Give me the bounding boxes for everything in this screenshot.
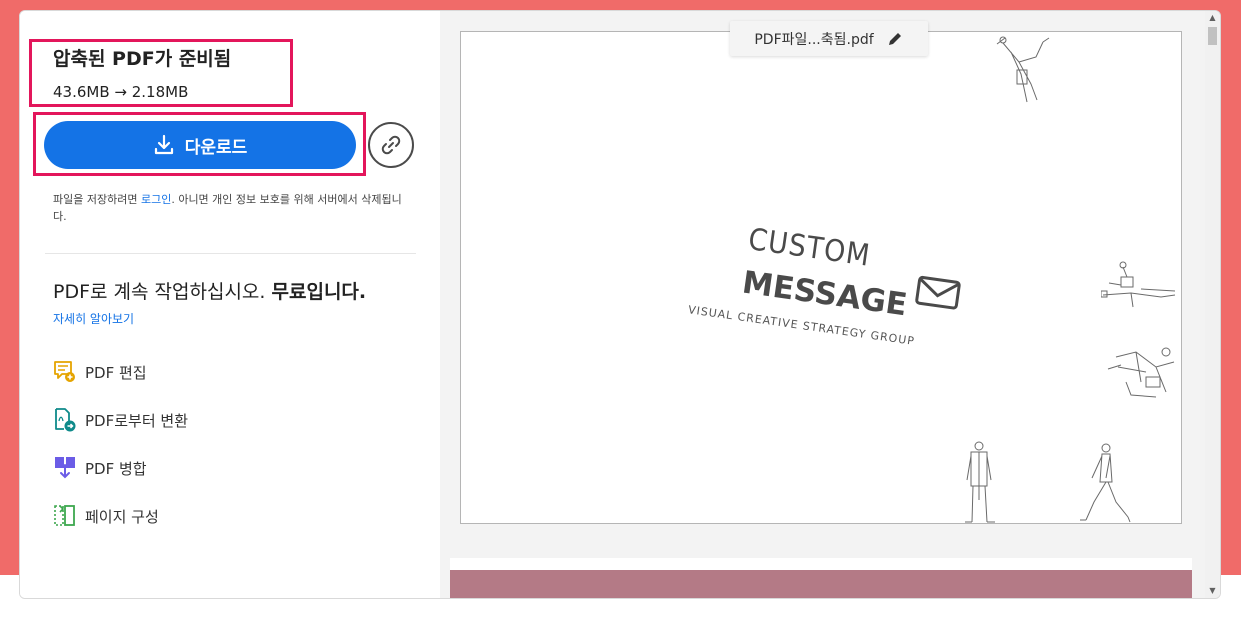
figure-sketch-icon: [1101, 261, 1176, 308]
custom-message-logo: CUSTOM MESSAGE VISUAL CREATIVE STRATEGY …: [687, 222, 966, 353]
envelope-icon: [914, 275, 961, 310]
download-label: 다운로드: [184, 137, 248, 158]
save-notice: 파일을 저장하려면 로그인. 아니면 개인 정보 보호를 위해 서버에서 삭제됩…: [53, 193, 402, 223]
scroll-up-arrow-icon[interactable]: ▲: [1205, 11, 1220, 25]
pdf-page-preview: CUSTOM MESSAGE VISUAL CREATIVE STRATEGY …: [460, 31, 1182, 524]
tool-organize-pages[interactable]: 페이지 구성: [53, 503, 159, 529]
figure-sketch-icon: [996, 36, 1050, 103]
share-link-button[interactable]: [368, 122, 414, 168]
app-window: 압축된 PDF가 준비됨 43.6MB → 2.18MB 다운로드 파일을 저장…: [19, 10, 1221, 599]
convert-pdf-icon: [55, 408, 76, 432]
login-link[interactable]: 로그인: [141, 193, 171, 206]
merge-pdf-icon: [55, 457, 75, 479]
link-icon: [381, 135, 401, 155]
pencil-icon[interactable]: [886, 30, 904, 48]
scrollbar-thumb[interactable]: [1208, 27, 1217, 45]
filename-pill[interactable]: PDF파일...축됨.pdf: [730, 21, 928, 56]
download-button[interactable]: 다운로드: [44, 121, 356, 169]
result-panel: 압축된 PDF가 준비됨 43.6MB → 2.18MB 다운로드 파일을 저장…: [20, 11, 440, 598]
preview-panel: CUSTOM MESSAGE VISUAL CREATIVE STRATEGY …: [440, 11, 1205, 598]
tool-merge-pdf[interactable]: PDF 병합: [53, 455, 147, 481]
scroll-down-arrow-icon[interactable]: ▼: [1205, 584, 1220, 598]
organize-pages-icon: [54, 505, 75, 526]
divider: [45, 253, 416, 254]
figure-sketch-icon: [1107, 347, 1175, 398]
figure-sketch-icon: [1080, 443, 1131, 523]
learn-more-link[interactable]: 자세히 알아보기: [53, 310, 134, 327]
tool-edit-pdf[interactable]: PDF 편집: [53, 359, 147, 385]
filename: PDF파일...축됨.pdf: [754, 31, 874, 48]
vertical-scrollbar[interactable]: ▲ ▼: [1205, 11, 1220, 598]
download-icon: [154, 134, 173, 155]
continue-heading: PDF로 계속 작업하십시오. 무료입니다.: [53, 281, 367, 303]
tool-convert-from-pdf[interactable]: PDF로부터 변환: [53, 407, 188, 433]
figure-sketch-icon: [965, 441, 995, 523]
size-change: 43.6MB → 2.18MB: [53, 83, 189, 101]
result-title: 압축된 PDF가 준비됨: [53, 48, 232, 70]
pdf-page-2-preview: [450, 558, 1192, 598]
edit-pdf-icon: [54, 361, 75, 382]
